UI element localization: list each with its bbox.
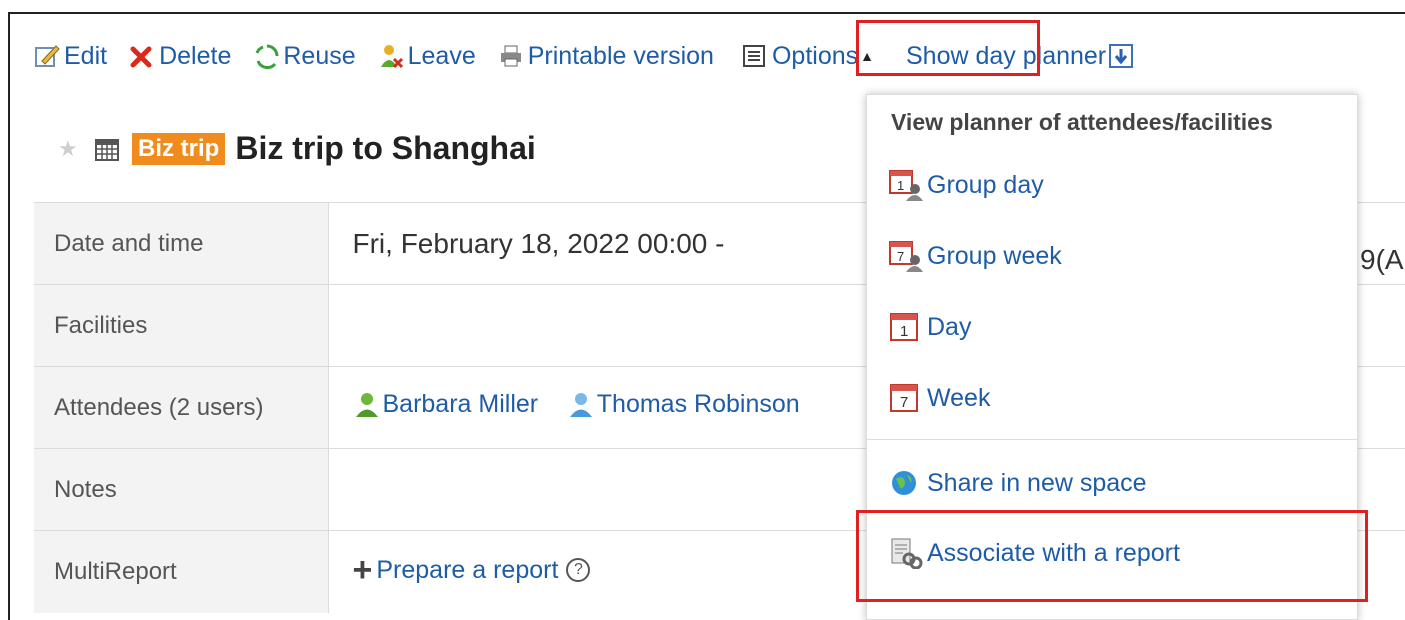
svg-text:1: 1	[900, 323, 908, 340]
svg-text:1: 1	[897, 178, 904, 193]
date-time-text: Fri, February 18, 2022 00:00 -	[352, 227, 725, 259]
menu-item-label: Day	[927, 312, 972, 341]
printable-label: Printable version	[527, 41, 714, 70]
leave-icon	[378, 43, 404, 69]
user-green-icon	[353, 390, 381, 418]
edit-label: Edit	[64, 41, 108, 70]
menu-item-week[interactable]: 7 Week	[889, 382, 990, 414]
menu-list-icon	[742, 43, 768, 69]
event-title: Biz trip to Shanghai	[235, 130, 536, 166]
menu-item-group-week[interactable]: 7 Group week	[889, 240, 1062, 272]
reuse-button[interactable]: Reuse	[253, 41, 356, 71]
printer-icon	[498, 43, 524, 69]
svg-text:7: 7	[900, 394, 908, 411]
attendee-name: Barbara Miller	[382, 389, 539, 418]
plus-icon: +	[352, 551, 373, 589]
menu-item-label: Group day	[927, 170, 1044, 199]
user-blue-icon	[567, 390, 595, 418]
week-calendar-icon: 7	[889, 382, 923, 414]
menu-item-day[interactable]: 1 Day	[889, 311, 971, 343]
prepare-report-link[interactable]: + Prepare a report ?	[352, 551, 591, 589]
day-calendar-icon: 1	[889, 311, 923, 343]
leave-button[interactable]: Leave	[378, 42, 476, 71]
dropdown-header: View planner of attendees/facilities	[891, 109, 1273, 135]
reuse-icon	[253, 43, 279, 69]
help-icon[interactable]: ?	[566, 558, 591, 582]
download-arrow-icon	[1108, 43, 1134, 69]
edit-button[interactable]: Edit	[34, 42, 107, 71]
group-day-icon: 1	[889, 169, 923, 201]
attendee-name: Thomas Robinson	[596, 389, 800, 418]
options-label: Options	[771, 41, 859, 70]
date-time-label: Date and time	[34, 202, 329, 285]
menu-item-group-day[interactable]: 1 Group day	[889, 169, 1044, 201]
facilities-label: Facilities	[34, 284, 329, 367]
delete-icon	[129, 43, 155, 69]
associate-highlight-box	[856, 510, 1368, 602]
prepare-report-label: Prepare a report	[376, 555, 559, 584]
globe-icon	[889, 467, 923, 499]
printable-version-button[interactable]: Printable version	[498, 42, 714, 71]
menu-item-label: Week	[927, 383, 991, 412]
menu-item-label: Group week	[927, 241, 1062, 270]
delete-button[interactable]: Delete	[129, 42, 231, 71]
event-type-badge: Biz trip	[132, 132, 226, 165]
multireport-label: MultiReport	[34, 530, 329, 613]
delete-label: Delete	[159, 41, 232, 70]
calendar-icon	[94, 136, 120, 162]
group-week-icon: 7	[889, 240, 923, 272]
reuse-label: Reuse	[283, 41, 356, 70]
dropdown-divider	[867, 439, 1357, 440]
edit-icon	[34, 43, 60, 69]
options-button[interactable]: Options ▲	[742, 42, 874, 71]
event-title-row: ★ Biz trip Biz trip to Shanghai	[58, 130, 536, 167]
leave-label: Leave	[407, 41, 476, 70]
notes-label: Notes	[34, 448, 329, 531]
star-icon[interactable]: ★	[58, 137, 80, 160]
menu-item-share-new-space[interactable]: Share in new space	[889, 467, 1147, 499]
end-time-fragment: 9(A	[1360, 244, 1404, 275]
attendees-label: Attendees (2 users)	[34, 366, 329, 449]
menu-item-label: Share in new space	[927, 468, 1147, 497]
attendee-link[interactable]: Barbara Miller	[353, 389, 539, 419]
attendee-link[interactable]: Thomas Robinson	[567, 390, 800, 419]
svg-text:7: 7	[897, 249, 904, 264]
options-highlight-box	[856, 20, 1040, 76]
